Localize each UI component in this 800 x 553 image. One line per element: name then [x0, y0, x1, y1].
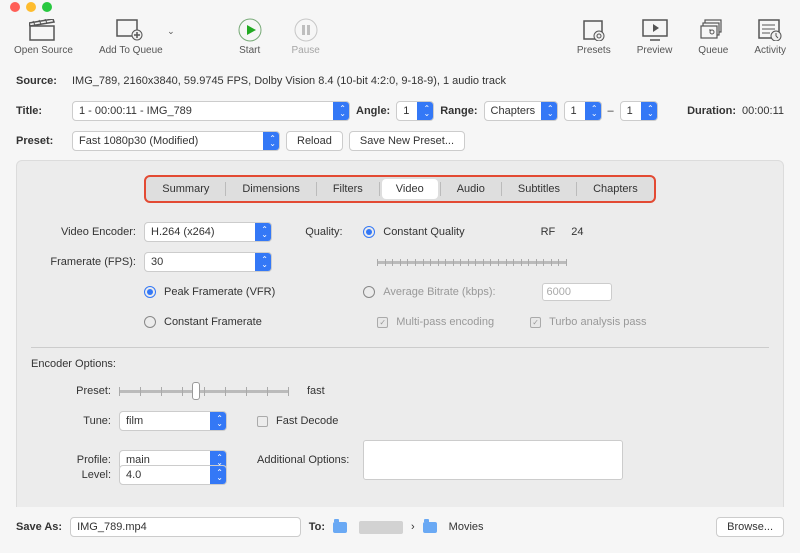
browse-button[interactable]: Browse... — [716, 517, 784, 537]
level-label: Level: — [31, 469, 111, 481]
close-icon[interactable] — [10, 2, 20, 12]
zoom-icon[interactable] — [42, 2, 52, 12]
tab-video[interactable]: Video — [382, 179, 438, 199]
main-toolbar: Open Source Add To Queue ⌄ Start Pause P… — [0, 14, 800, 66]
play-icon — [235, 18, 265, 42]
tab-bar: Summary Dimensions Filters Video Audio S… — [144, 175, 655, 203]
range-mode-select[interactable]: Chapters — [484, 101, 558, 121]
tab-chapters[interactable]: Chapters — [579, 179, 652, 199]
stack-icon — [698, 18, 728, 42]
settings-panel: Summary Dimensions Filters Video Audio S… — [16, 160, 784, 539]
turbo-checkbox — [530, 317, 541, 328]
pause-button: Pause — [291, 18, 321, 56]
add-to-queue-button[interactable]: Add To Queue ⌄ — [99, 18, 163, 56]
start-label: Start — [239, 45, 260, 56]
queue-label: Queue — [698, 45, 728, 56]
constant-quality-label: Constant Quality — [383, 226, 464, 238]
framerate-select[interactable]: 30 — [144, 252, 272, 272]
folder-icon — [333, 522, 347, 533]
to-label: To: — [309, 521, 325, 533]
save-new-preset-button[interactable]: Save New Preset... — [349, 131, 465, 151]
video-encoder-label: Video Encoder: — [31, 226, 136, 238]
source-text: IMG_789, 2160x3840, 59.9745 FPS, Dolby V… — [72, 75, 506, 87]
eo-preset-label: Preset: — [31, 385, 111, 397]
preview-button[interactable]: Preview — [637, 18, 673, 56]
preset-select[interactable]: Fast 1080p30 (Modified) — [72, 131, 280, 151]
range-from-select[interactable]: 1 — [564, 101, 602, 121]
minimize-icon[interactable] — [26, 2, 36, 12]
multipass-label: Multi-pass encoding — [396, 316, 494, 328]
range-label: Range: — [440, 105, 477, 117]
presets-icon — [579, 18, 609, 42]
tab-dimensions[interactable]: Dimensions — [228, 179, 313, 199]
bitrate-input: 6000 — [542, 283, 612, 301]
path-separator: › — [411, 521, 415, 533]
constant-fr-label: Constant Framerate — [164, 316, 262, 328]
rf-label: RF — [541, 226, 556, 238]
duration-value: 00:00:11 — [742, 105, 784, 117]
pause-icon — [291, 18, 321, 42]
activity-button[interactable]: Activity — [754, 18, 786, 56]
open-source-button[interactable]: Open Source — [14, 18, 73, 56]
chevron-down-icon[interactable]: ⌄ — [167, 26, 175, 37]
fast-decode-checkbox[interactable] — [257, 416, 268, 427]
constant-fr-radio[interactable] — [144, 316, 156, 328]
folder-icon — [423, 522, 437, 533]
tune-label: Tune: — [31, 415, 111, 427]
fast-decode-label: Fast Decode — [276, 415, 338, 427]
angle-label: Angle: — [356, 105, 390, 117]
constant-quality-radio[interactable] — [363, 226, 375, 238]
window-titlebar — [0, 0, 800, 14]
queue-button[interactable]: Queue — [698, 18, 728, 56]
save-as-label: Save As: — [16, 521, 62, 533]
peak-vfr-label: Peak Framerate (VFR) — [164, 286, 275, 298]
range-to-select[interactable]: 1 — [620, 101, 658, 121]
redacted-path — [359, 521, 403, 534]
source-label: Source: — [16, 75, 66, 87]
duration-label: Duration: — [687, 105, 736, 117]
tune-select[interactable]: film — [119, 411, 227, 431]
title-label: Title: — [16, 105, 66, 117]
tab-subtitles[interactable]: Subtitles — [504, 179, 574, 199]
eo-preset-value: fast — [307, 385, 325, 397]
clapperboard-icon — [28, 18, 58, 42]
open-source-label: Open Source — [14, 45, 73, 56]
rf-slider[interactable] — [377, 261, 567, 264]
avg-bitrate-label: Average Bitrate (kbps): — [383, 286, 495, 298]
peak-vfr-radio[interactable] — [144, 286, 156, 298]
range-dash: – — [608, 105, 614, 117]
multipass-checkbox — [377, 317, 388, 328]
turbo-label: Turbo analysis pass — [549, 316, 646, 328]
presets-label: Presets — [577, 45, 611, 56]
queue-add-icon — [116, 18, 146, 42]
add-to-queue-label: Add To Queue — [99, 45, 163, 56]
reload-button[interactable]: Reload — [286, 131, 343, 151]
activity-label: Activity — [754, 45, 786, 56]
destination-folder: Movies — [449, 521, 484, 533]
quality-label: Quality: — [305, 226, 355, 238]
pause-label: Pause — [292, 45, 320, 56]
level-select[interactable]: 4.0 — [119, 465, 227, 485]
tab-filters[interactable]: Filters — [319, 179, 377, 199]
encoder-options-heading: Encoder Options: — [31, 358, 769, 370]
start-button[interactable]: Start — [235, 18, 265, 56]
avg-bitrate-radio[interactable] — [363, 286, 375, 298]
video-encoder-select[interactable]: H.264 (x264) — [144, 222, 272, 242]
activity-log-icon — [755, 18, 785, 42]
bottom-bar: Save As: IMG_789.mp4 To: › Movies Browse… — [0, 507, 800, 553]
tab-audio[interactable]: Audio — [443, 179, 499, 199]
title-select[interactable]: 1 - 00:00:11 - IMG_789 — [72, 101, 350, 121]
rf-value: 24 — [571, 226, 583, 238]
preview-label: Preview — [637, 45, 673, 56]
tab-summary[interactable]: Summary — [148, 179, 223, 199]
save-as-input[interactable]: IMG_789.mp4 — [70, 517, 301, 537]
encoder-preset-slider[interactable] — [119, 390, 289, 393]
preset-label: Preset: — [16, 135, 66, 147]
presets-button[interactable]: Presets — [577, 18, 611, 56]
framerate-label: Framerate (FPS): — [31, 256, 136, 268]
angle-select[interactable]: 1 — [396, 101, 434, 121]
monitor-play-icon — [640, 18, 670, 42]
